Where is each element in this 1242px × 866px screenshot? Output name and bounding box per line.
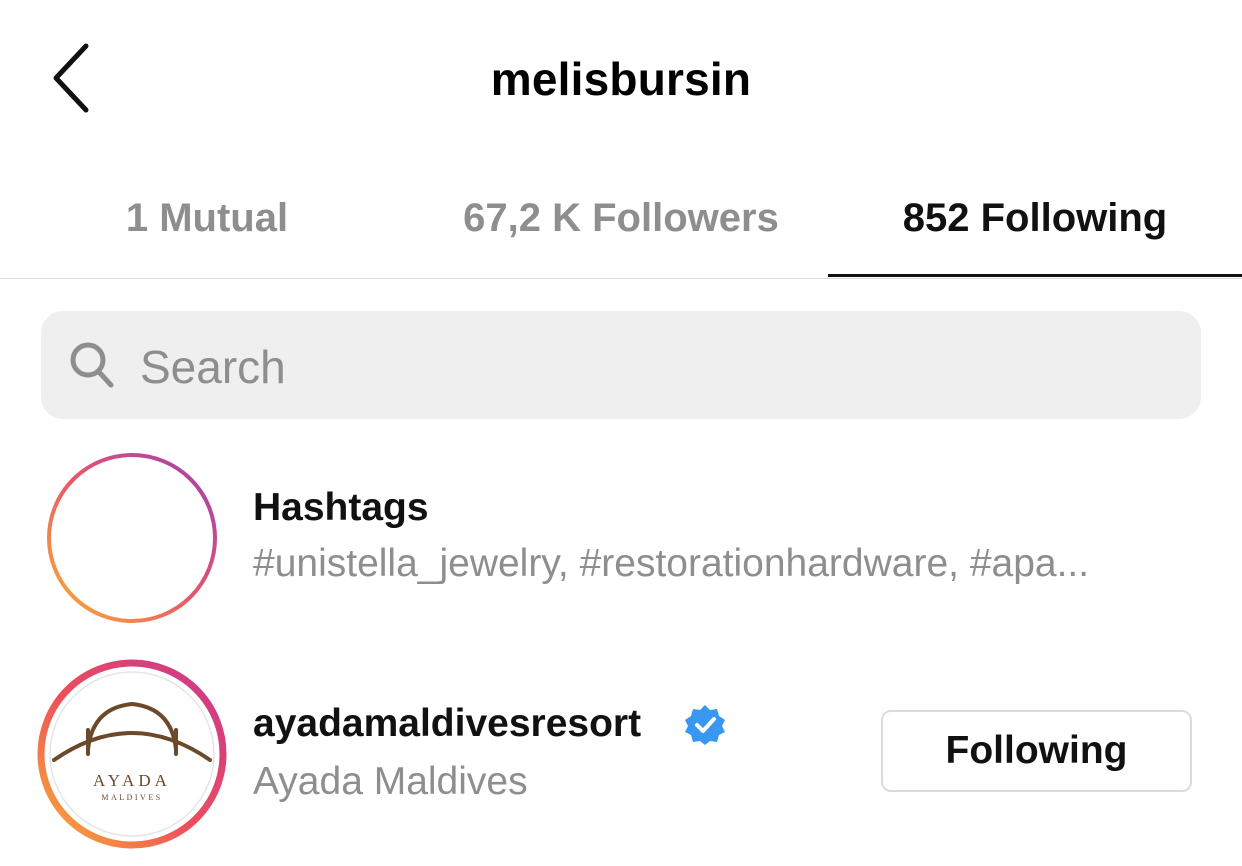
hashtags-subtitle: #unistella_jewelry, #restorationhardware… [253, 542, 1090, 585]
account-username: ayadamaldivesresort [253, 702, 642, 745]
verified-badge-icon [685, 705, 725, 745]
tab-bar: 1 Mutual 67,2 K Followers 852 Following [0, 160, 1242, 279]
search-icon [70, 342, 114, 388]
active-tab-indicator [828, 274, 1242, 277]
logo-text: AYADA [93, 771, 171, 790]
tab-following[interactable]: 852 Following [828, 160, 1242, 277]
following-button[interactable]: Following [881, 710, 1192, 792]
account-avatar[interactable]: AYADA MALDIVES [36, 658, 228, 850]
list-item-hashtags[interactable]: Hashtags #unistella_jewelry, #restoratio… [0, 440, 1242, 640]
top-bar: melisbursin [0, 0, 1242, 160]
account-fullname: Ayada Maldives [253, 760, 528, 803]
tab-mutual[interactable]: 1 Mutual [0, 160, 414, 277]
logo-subtext: MALDIVES [101, 793, 162, 802]
tab-followers[interactable]: 67,2 K Followers [414, 160, 828, 277]
hashtags-title: Hashtags [253, 486, 429, 529]
search-input[interactable] [138, 330, 1182, 404]
page-title: melisbursin [490, 53, 752, 105]
hashtag-avatar [47, 453, 217, 623]
